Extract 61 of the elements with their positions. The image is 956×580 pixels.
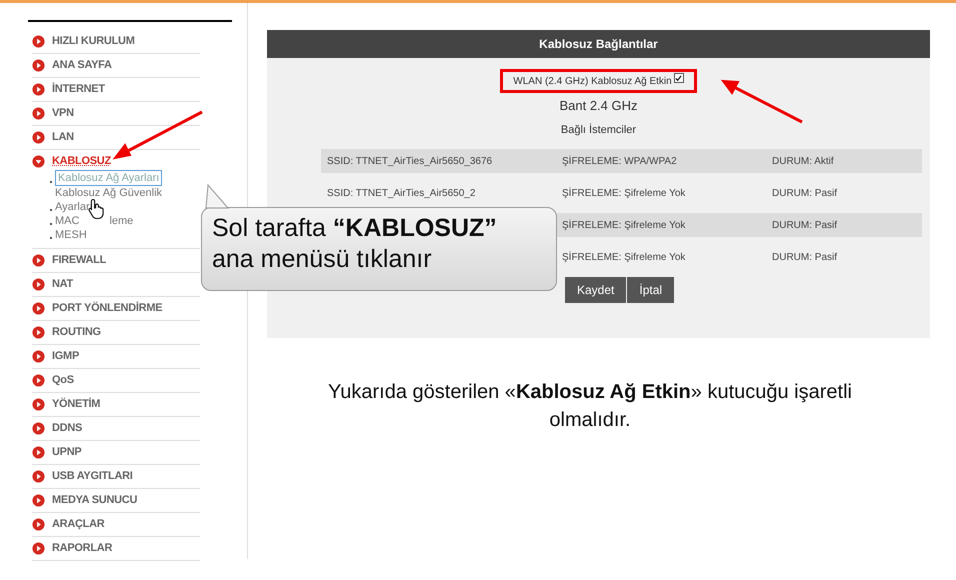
caret-down-icon bbox=[32, 155, 45, 168]
sidebar-item[interactable]: KABLOSUZ bbox=[32, 150, 200, 173]
encryption-cell-text: ŞİFRELEME: Şifreleme Yok bbox=[562, 186, 686, 200]
wlan-checkbox[interactable] bbox=[674, 73, 684, 83]
sidebar-item[interactable]: ANA SAYFA bbox=[32, 54, 200, 77]
form-button[interactable]: Kaydet bbox=[565, 277, 626, 303]
play-icon bbox=[32, 278, 45, 291]
encryption-cell-text: ŞİFRELEME: WPA/WPA2 bbox=[562, 154, 678, 168]
sidebar-item[interactable]: NAT bbox=[32, 273, 200, 296]
submenu-item[interactable]: MESH bbox=[55, 228, 87, 242]
play-icon bbox=[32, 542, 45, 555]
sidebar-item[interactable]: İNTERNET bbox=[32, 78, 200, 101]
wlan-enable-label: WLAN (2.4 GHz) Kablosuz Ağ Etkin bbox=[513, 74, 672, 88]
sidebar-item[interactable]: ROUTING bbox=[32, 321, 200, 344]
status-cell-text: DURUM: Pasif bbox=[772, 250, 838, 264]
sidebar-item[interactable]: PORT YÖNLENDİRME bbox=[32, 297, 200, 320]
play-icon bbox=[32, 518, 45, 531]
band-label: Bant 2.4 GHz bbox=[558, 97, 639, 115]
play-icon bbox=[32, 398, 45, 411]
clients-label: Bağlı İstemciler bbox=[560, 122, 638, 138]
sidebar-item[interactable]: ARAÇLAR bbox=[32, 513, 200, 536]
sidebar-item[interactable]: USB AYGITLARI bbox=[32, 465, 200, 488]
play-icon bbox=[32, 446, 45, 459]
sidebar-item[interactable]: DDNS bbox=[32, 417, 200, 440]
play-icon bbox=[32, 107, 45, 120]
play-icon bbox=[32, 494, 45, 507]
sidebar-item[interactable]: MEDYA SUNUCU bbox=[32, 489, 200, 512]
sidebar-item[interactable]: FIREWALL bbox=[32, 249, 200, 272]
sidebar-item[interactable]: YÖNETİM bbox=[32, 393, 200, 416]
form-button[interactable]: İptal bbox=[627, 277, 674, 303]
play-icon bbox=[32, 302, 45, 315]
sidebar-item[interactable]: QoS bbox=[32, 369, 200, 392]
ssid-cell-text: SSID: TTNET_AirTies_Air5650_2 bbox=[326, 186, 476, 200]
callout-text: ana menüsü tıklanır bbox=[212, 244, 433, 275]
sidebar-item[interactable]: LAN bbox=[32, 126, 200, 149]
play-icon bbox=[32, 131, 45, 144]
play-icon bbox=[32, 83, 45, 96]
caption-text: Yukarıda gösterilen «Kablosuz Ağ Etkin» kutucuğu işaretli olmalıdır. bbox=[327, 380, 853, 433]
sidebar-item[interactable]: VPN bbox=[32, 102, 200, 125]
check-icon bbox=[675, 74, 682, 82]
play-icon bbox=[32, 35, 45, 48]
play-icon bbox=[32, 326, 45, 339]
sidebar-item[interactable]: RAPORLAR bbox=[32, 537, 200, 560]
submenu-item[interactable]: MAC leme bbox=[55, 214, 134, 228]
play-icon bbox=[32, 470, 45, 483]
status-cell-text: DURUM: Aktif bbox=[772, 154, 834, 168]
play-icon bbox=[32, 254, 45, 267]
play-icon bbox=[32, 374, 45, 387]
sidebar-item[interactable]: UPNP bbox=[32, 441, 200, 464]
status-cell-text: DURUM: Pasif bbox=[772, 218, 838, 232]
play-icon bbox=[32, 59, 45, 72]
encryption-cell-text: ŞİFRELEME: Şifreleme Yok bbox=[562, 250, 686, 264]
sidebar-item[interactable]: IGMP bbox=[32, 345, 200, 368]
encryption-cell-text: ŞİFRELEME: Şifreleme Yok bbox=[562, 218, 686, 232]
ssid-cell-text: SSID: TTNET_AirTies_Air5650_3676 bbox=[326, 154, 494, 168]
status-cell-text: DURUM: Pasif bbox=[772, 186, 838, 200]
sidebar-item[interactable]: HIZLI KURULUM bbox=[32, 30, 200, 53]
play-icon bbox=[32, 350, 45, 363]
play-icon bbox=[32, 422, 45, 435]
panel-title: Kablosuz Bağlantılar bbox=[267, 30, 930, 58]
callout-text: Sol tarafta “KABLOSUZ” bbox=[212, 213, 498, 244]
